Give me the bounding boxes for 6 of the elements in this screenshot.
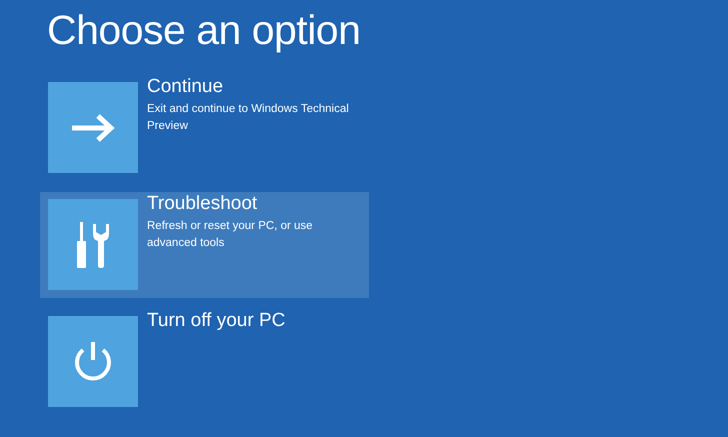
page-title: Choose an option <box>47 8 362 54</box>
arrow-icon <box>70 112 116 143</box>
option-button[interactable]: Troubleshoot Refresh or reset your PC, or use advanced tools <box>40 192 369 298</box>
option-button[interactable]: Continue Exit and continue to Windows Technical Preview <box>40 75 369 182</box>
tools-icon <box>76 222 110 268</box>
option-button[interactable]: Turn off your PC <box>40 309 369 416</box>
